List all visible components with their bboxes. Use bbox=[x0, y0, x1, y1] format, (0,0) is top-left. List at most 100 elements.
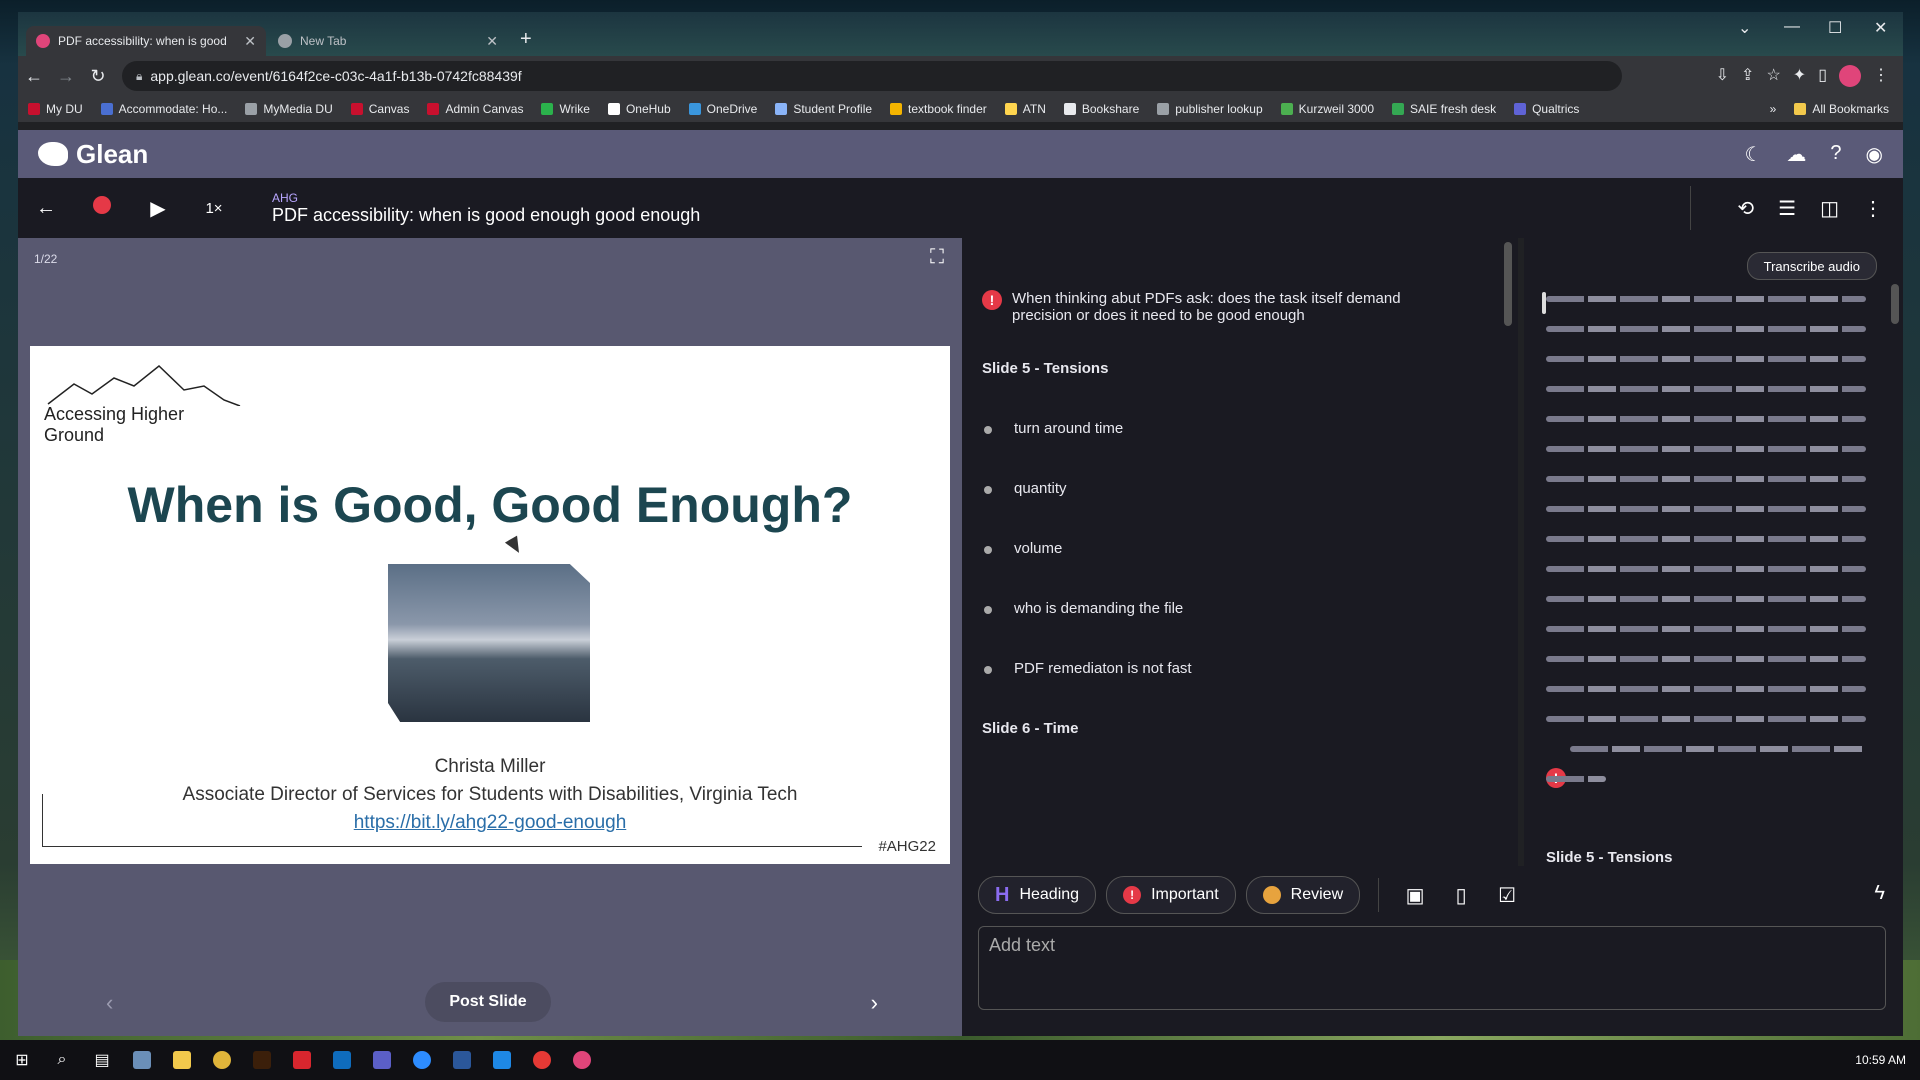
post-slide-button[interactable]: Post Slide bbox=[425, 982, 551, 1022]
zoom-icon[interactable] bbox=[404, 1048, 440, 1072]
checkbox-icon[interactable]: ☑ bbox=[1489, 883, 1525, 908]
note-bullet[interactable]: PDF remediaton is not fast bbox=[982, 660, 1192, 677]
waveform-line[interactable] bbox=[1546, 476, 1866, 482]
url-bar[interactable]: 🔒︎ app.glean.co/event/6164f2ce-c03c-4a1f… bbox=[122, 61, 1622, 91]
install-icon[interactable]: ⇩ bbox=[1716, 65, 1729, 87]
waveform-line[interactable] bbox=[1546, 626, 1866, 632]
browser-tab-active[interactable]: PDF accessibility: when is good ✕ bbox=[26, 26, 266, 56]
waveform-line[interactable] bbox=[1546, 686, 1866, 692]
playback-speed-button[interactable]: 1× bbox=[186, 200, 242, 217]
extensions-icon[interactable]: ✦ bbox=[1793, 65, 1806, 87]
minimize-button[interactable]: — bbox=[1784, 18, 1800, 36]
profile-avatar[interactable] bbox=[1839, 65, 1861, 87]
playhead-marker[interactable] bbox=[1542, 292, 1546, 314]
waveform-line[interactable] bbox=[1546, 416, 1866, 422]
waveform-line[interactable] bbox=[1546, 776, 1606, 782]
waveform-line[interactable] bbox=[1546, 596, 1866, 602]
note-text-input[interactable]: Add text bbox=[978, 926, 1886, 1010]
note-bullet[interactable]: who is demanding the file bbox=[982, 600, 1183, 617]
teams-icon[interactable] bbox=[364, 1048, 400, 1072]
notes-view-icon[interactable]: ☰ bbox=[1778, 196, 1796, 221]
important-note[interactable]: ! When thinking abut PDFs ask: does the … bbox=[982, 290, 1442, 324]
waveform-line[interactable] bbox=[1546, 446, 1866, 452]
heading-button[interactable]: H Heading bbox=[978, 876, 1097, 914]
notes-scrollbar[interactable] bbox=[1504, 242, 1512, 326]
slide-view[interactable]: Accessing Higher Ground When is Good, Go… bbox=[30, 346, 950, 864]
slide-link[interactable]: https://bit.ly/ahg22-good-enough bbox=[30, 812, 950, 834]
bookmark-item[interactable]: ATN bbox=[1004, 102, 1046, 116]
start-icon[interactable]: ⊞ bbox=[4, 1048, 40, 1072]
play-button[interactable]: ▶ bbox=[130, 196, 186, 221]
bookmark-item[interactable]: Qualtrics bbox=[1514, 102, 1579, 116]
prev-slide-icon[interactable]: ‹ bbox=[106, 990, 113, 1016]
app-icon[interactable] bbox=[124, 1048, 160, 1072]
more-options-icon[interactable]: ⋮ bbox=[1863, 196, 1883, 221]
waveform-line[interactable] bbox=[1546, 506, 1866, 512]
waveform-line[interactable] bbox=[1570, 746, 1866, 752]
waveform-line[interactable] bbox=[1546, 656, 1866, 662]
waveform-line[interactable] bbox=[1546, 326, 1866, 332]
all-bookmarks[interactable]: All Bookmarks bbox=[1794, 102, 1889, 116]
chrome-icon[interactable] bbox=[204, 1048, 240, 1072]
app-icon[interactable] bbox=[484, 1048, 520, 1072]
bookmark-item[interactable]: publisher lookup bbox=[1157, 102, 1263, 116]
help-icon[interactable]: ? bbox=[1830, 142, 1841, 167]
bookmark-item[interactable]: Kurzweil 3000 bbox=[1280, 102, 1374, 116]
glean-logo[interactable]: Glean bbox=[38, 139, 148, 170]
bookmark-item[interactable]: SAIE fresh desk bbox=[1392, 102, 1496, 116]
bookmark-item[interactable]: Admin Canvas bbox=[427, 102, 523, 116]
bookmark-item[interactable]: OneDrive bbox=[688, 102, 757, 116]
waveform-line[interactable] bbox=[1546, 356, 1866, 362]
bookmark-item[interactable]: Student Profile bbox=[775, 102, 872, 116]
history-icon[interactable]: ⟲ bbox=[1737, 196, 1754, 221]
event-title[interactable]: PDF accessibility: when is good enough g… bbox=[272, 205, 700, 226]
menu-icon[interactable]: ⋮ bbox=[1873, 65, 1889, 87]
next-slide-icon[interactable]: › bbox=[871, 990, 878, 1016]
lightning-icon[interactable]: ϟ bbox=[1874, 882, 1885, 905]
bookmark-item[interactable]: Wrike bbox=[541, 102, 590, 116]
task-view-icon[interactable]: ▤ bbox=[84, 1048, 120, 1072]
waveform-line[interactable] bbox=[1546, 296, 1866, 302]
search-icon[interactable]: ⌕ bbox=[44, 1048, 80, 1072]
new-tab-button[interactable]: + bbox=[520, 28, 532, 51]
glean-icon[interactable] bbox=[564, 1048, 600, 1072]
record-button[interactable] bbox=[74, 196, 130, 220]
waveform-line[interactable] bbox=[1546, 386, 1866, 392]
browser-tab-newtab[interactable]: New Tab ✕ bbox=[268, 26, 508, 56]
bookmark-item[interactable]: Bookshare bbox=[1063, 102, 1139, 116]
cloud-icon[interactable]: ☁ bbox=[1786, 142, 1806, 167]
reload-icon[interactable]: ↻ bbox=[82, 66, 114, 87]
transcribe-audio-button[interactable]: Transcribe audio bbox=[1746, 252, 1877, 280]
bookmark-item[interactable]: OneHub bbox=[607, 102, 671, 116]
app-icon[interactable] bbox=[524, 1048, 560, 1072]
star-icon[interactable]: ☆ bbox=[1766, 65, 1780, 87]
account-icon[interactable]: ◉ bbox=[1866, 142, 1883, 167]
close-tab-icon[interactable]: ✕ bbox=[486, 33, 498, 50]
review-button[interactable]: Review bbox=[1245, 876, 1361, 914]
bookmark-item[interactable]: MyMedia DU bbox=[245, 102, 333, 116]
tab-search-icon[interactable]: ⌄ bbox=[1738, 18, 1751, 38]
forward-icon[interactable]: → bbox=[50, 66, 82, 87]
side-panel-icon[interactable]: ▯ bbox=[1818, 65, 1827, 87]
note-heading[interactable]: Slide 5 - Tensions bbox=[982, 360, 1108, 377]
acrobat-icon[interactable] bbox=[284, 1048, 320, 1072]
bookmark-item[interactable]: Canvas bbox=[350, 102, 409, 116]
waveform-line[interactable] bbox=[1546, 716, 1866, 722]
slide-icon[interactable]: ▯ bbox=[1443, 883, 1479, 908]
word-icon[interactable] bbox=[444, 1048, 480, 1072]
waveform-line[interactable] bbox=[1546, 536, 1866, 542]
image-icon[interactable]: ▣ bbox=[1397, 883, 1433, 908]
bookmark-item[interactable]: My DU bbox=[28, 102, 83, 116]
note-heading[interactable]: Slide 6 - Time bbox=[982, 720, 1078, 737]
important-button[interactable]: ! Important bbox=[1106, 876, 1236, 914]
file-explorer-icon[interactable] bbox=[164, 1048, 200, 1072]
back-icon[interactable]: ← bbox=[18, 66, 50, 87]
dark-mode-icon[interactable]: ☾ bbox=[1744, 142, 1762, 167]
bookmark-item[interactable]: textbook finder bbox=[890, 102, 987, 116]
illustrator-icon[interactable] bbox=[244, 1048, 280, 1072]
close-window-button[interactable]: ✕ bbox=[1874, 18, 1887, 38]
note-bullet[interactable]: turn around time bbox=[982, 420, 1123, 437]
outlook-icon[interactable] bbox=[324, 1048, 360, 1072]
note-bullet[interactable]: volume bbox=[982, 540, 1062, 557]
back-arrow-icon[interactable]: ← bbox=[18, 197, 74, 220]
